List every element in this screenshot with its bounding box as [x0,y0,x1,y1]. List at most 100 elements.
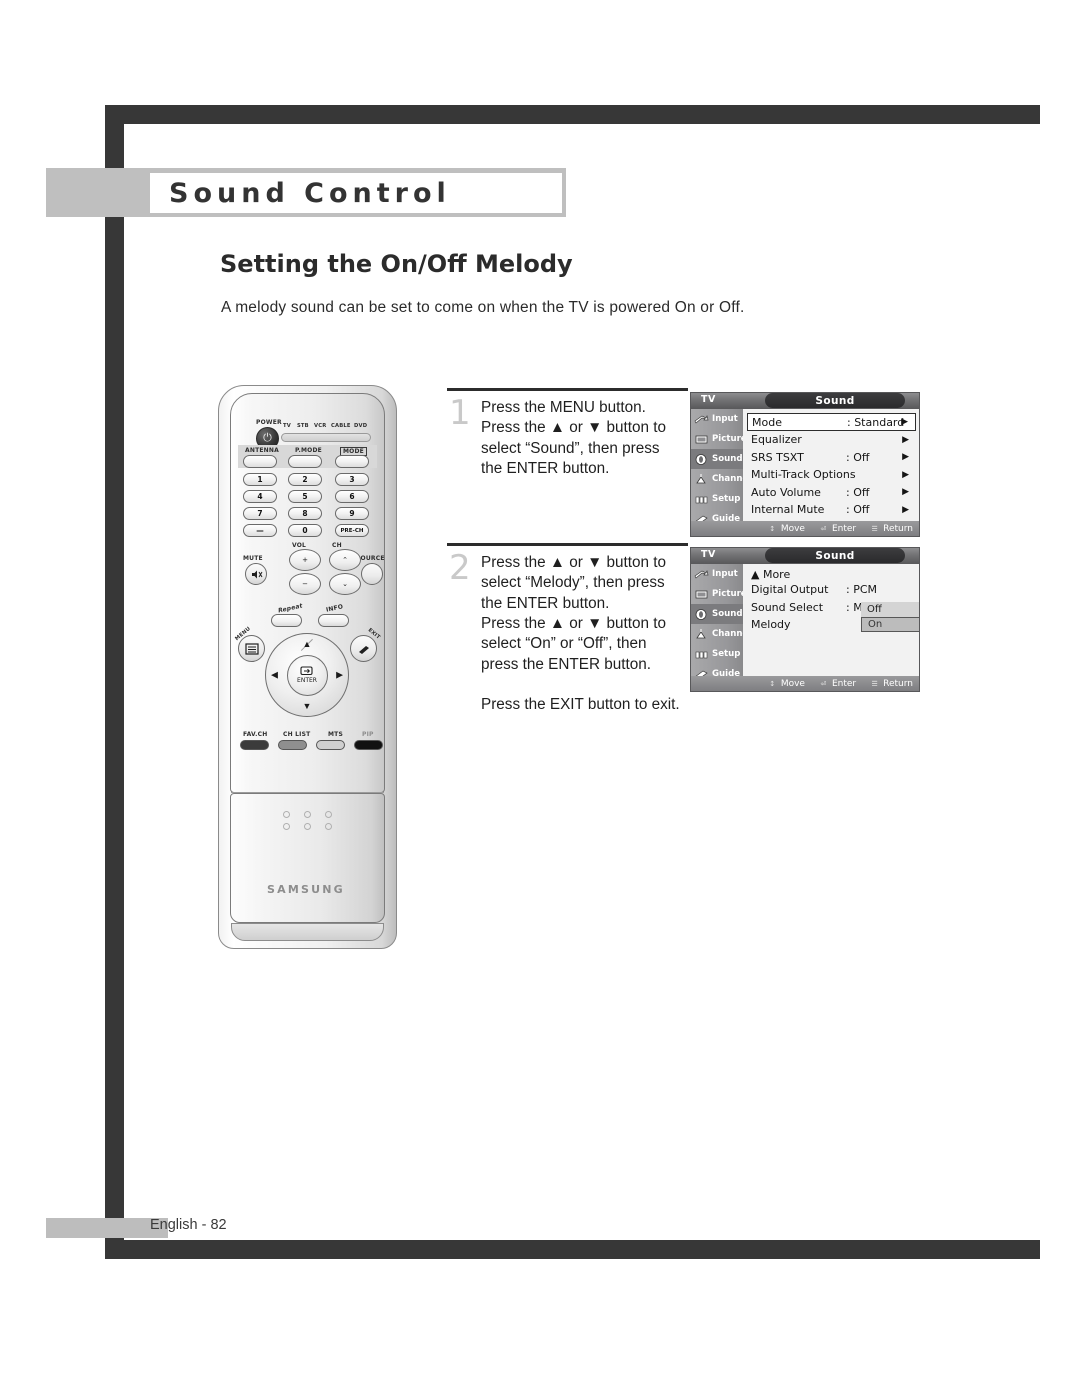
numpad-button-1[interactable]: 1 [243,473,277,486]
step-divider-2 [447,543,688,546]
minus-icon: − [302,580,308,588]
plus-icon: + [302,556,308,564]
return-icon: ☰ [871,679,878,688]
osd-sidebar-item-picture[interactable]: Picture [691,429,747,449]
osd-row-auto-volume[interactable]: Auto Volume : Off ▶ [747,484,916,502]
osd-sidebar-item-sound-2[interactable]: Sound [691,604,743,624]
osd-title-pill-1: Sound [765,393,905,408]
osd-sidebar-item-input[interactable]: Input [691,409,743,429]
osd-sidebar-item-setup[interactable]: Setup [691,489,743,509]
pmode-label: P.MODE [295,447,322,454]
source-button[interactable] [361,563,383,585]
dpad-ring[interactable]: ▲ ▼ ◀ ▶ ENTER [265,633,349,717]
setup-icon [693,647,710,662]
osd-row-label-digital-output: Digital Output [751,583,829,597]
dpad-down-arrow-icon[interactable]: ▼ [303,702,312,711]
page-title: Sound Control [169,177,451,209]
numpad-button-0[interactable]: 0 [288,524,322,537]
antenna-button[interactable] [243,455,277,468]
repeat-button[interactable] [271,614,302,627]
mts-button[interactable] [316,740,345,750]
setup-icon [693,492,710,507]
osd-more-label-2[interactable]: ▲ More [747,568,916,581]
dpad-right-arrow-icon[interactable]: ▶ [336,670,343,680]
favch-button[interactable] [240,740,269,750]
numpad-button-dash[interactable]: — [243,524,277,537]
osd-sidebar-item-input-2[interactable]: Input [691,564,743,584]
osd-sidebar-item-channel[interactable]: Channel [691,469,751,489]
osd-hint-enter-1: ⏎ Enter [818,524,857,534]
melody-option-off[interactable]: Off [861,602,919,617]
osd-row-internal-mute[interactable]: Internal Mute : Off ▶ [747,501,916,519]
device-label-vcr: VCR [314,423,327,429]
osd-sidebar-item-setup-2[interactable]: Setup [691,644,743,664]
osd-row-label-internal-mute: Internal Mute [751,503,825,517]
brand-logo: SAMSUNG [267,883,345,896]
pip-button[interactable] [354,740,383,750]
volume-up-button[interactable]: + [289,549,321,571]
osd-row-multi-track-options[interactable]: Multi-Track Options ▶ [747,466,916,484]
osd-sidebar-2: Input Picture Sound Channel Setup Guide [691,564,751,691]
osd-sidebar-label-input: Input [712,414,738,424]
osd-sidebar-item-channel-2[interactable]: Channel [691,624,751,644]
osd-hint-enter-2: ⏎ Enter [818,678,857,689]
osd-row-label-multi-track: Multi-Track Options [751,468,856,482]
numpad-button-8[interactable]: 8 [288,507,322,520]
numpad-button-6[interactable]: 6 [335,490,369,503]
numpad-button-3[interactable]: 3 [335,473,369,486]
chevron-right-icon: ▶ [901,417,908,427]
numpad-button-2[interactable]: 2 [288,473,322,486]
chlist-button[interactable] [278,740,307,750]
channel-icon [693,627,710,642]
chevron-up-icon: ⌃ [342,556,348,564]
osd-row-label-auto-volume: Auto Volume [751,485,821,499]
exit-button[interactable] [350,635,377,662]
numpad-button-5[interactable]: 5 [288,490,322,503]
channel-down-button[interactable]: ⌄ [329,573,361,595]
osd-row-label-melody: Melody [751,618,791,632]
osd-hint-label-move-1: Move [780,523,805,534]
channel-up-button[interactable]: ⌃ [329,549,361,571]
osd-device-label-2: TV [701,549,716,560]
osd-sidebar-label-input-2: Input [712,569,738,579]
numpad-button-9[interactable]: 9 [335,507,369,520]
dpad-up-arrow-icon[interactable]: ▲ [303,640,312,649]
osd-row-equalizer[interactable]: Equalizer ▶ [747,431,916,449]
speaker-hole [304,811,311,818]
volume-down-button[interactable]: − [289,573,321,595]
osd-row-mode[interactable]: Mode : Standard ▶ [747,413,916,431]
osd-row-label-srstsxt: SRS TSXT [751,450,804,464]
numpad-button-7[interactable]: 7 [243,507,277,520]
step-number-1: 1 [449,393,471,433]
osd-row-value-mode: : Standard [847,415,905,429]
info-button[interactable] [318,614,349,627]
chevron-right-icon: ▶ [902,469,909,480]
device-label-cable: CABLE [331,423,351,429]
mute-button[interactable] [245,563,267,585]
osd-hintbar-1: ↕ Move ⏎ Enter ☰ Return [691,521,919,536]
move-icon: ↕ [769,524,776,533]
page-number: English - 82 [150,1217,227,1233]
osd-row-label-sound-select: Sound Select [751,600,824,614]
osd-sidebar-item-sound[interactable]: Sound [691,449,743,469]
speaker-hole [283,811,290,818]
osd-hint-label-enter-2: Enter [831,678,857,689]
melody-option-on[interactable]: On [861,617,919,632]
enter-button[interactable]: ENTER [286,654,328,696]
osd-sidebar-label-setup-2: Setup [712,649,741,659]
osd-row-digital-output[interactable]: Digital Output : PCM [747,581,916,599]
mode-button[interactable] [335,455,369,468]
device-label-stb: STB [297,423,309,429]
osd-hint-label-return-2: Return [883,678,913,689]
dpad-left-arrow-icon[interactable]: ◀ [271,670,278,680]
pmode-button[interactable] [288,455,322,468]
osd-sidebar-item-picture-2[interactable]: Picture [691,584,747,604]
channel-icon [693,472,710,487]
prech-button[interactable]: PRE-CH [335,524,369,537]
enter-arrow-icon [300,666,313,676]
menu-button[interactable] [238,635,265,662]
osd-title-1: Sound [815,394,855,407]
numpad-button-4[interactable]: 4 [243,490,277,503]
device-label-dvd: DVD [354,423,368,429]
osd-row-srstsxt[interactable]: SRS TSXT : Off ▶ [747,449,916,467]
